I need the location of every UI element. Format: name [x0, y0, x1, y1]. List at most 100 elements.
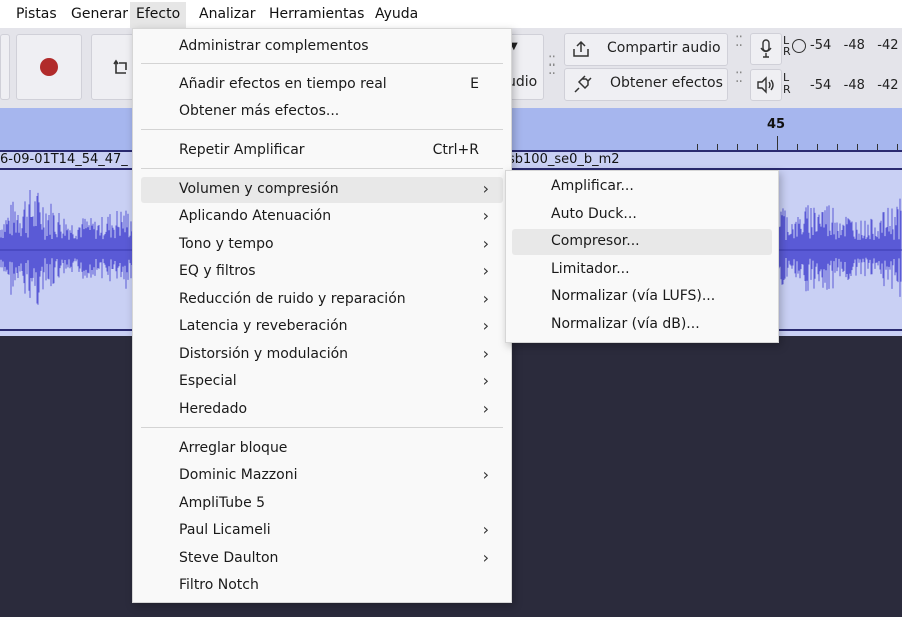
effect-menu-item[interactable]: Especial ›	[141, 369, 503, 395]
effect-menu-item[interactable]: Obtener más efectos...	[141, 99, 503, 125]
toolbar-grip-3[interactable]: ⁚⁚	[735, 71, 745, 85]
effect-menu-item-label: Dominic Mazzoni	[179, 467, 298, 483]
chevron-right-icon: ›	[482, 289, 489, 308]
chevron-right-icon: ›	[482, 344, 489, 363]
effect-menu-item-label: Paul Licameli	[179, 522, 271, 538]
shortcut-label: Ctrl+R	[432, 142, 479, 158]
meter-left-label: L	[783, 71, 790, 84]
chevron-right-icon: ›	[482, 206, 489, 225]
effect-menu-item[interactable]: Heredado ›	[141, 397, 503, 423]
chevron-right-icon: ›	[482, 234, 489, 253]
loop-icon	[113, 59, 127, 74]
effect-menu-item[interactable]: Arreglar bloque	[141, 436, 503, 462]
effect-menu-item[interactable]: EQ y filtros ›	[141, 259, 503, 285]
effect-menu-item-label: Volumen y compresión	[179, 181, 339, 197]
menu-herramientas[interactable]: Herramientas	[266, 5, 367, 23]
submenu-item[interactable]: Amplificar...	[512, 174, 772, 200]
submenu-item[interactable]: Limitador...	[512, 257, 772, 283]
menu-generar[interactable]: Generar	[68, 5, 131, 23]
effect-menu-item-label: Heredado	[179, 401, 248, 417]
submenu-item[interactable]: Auto Duck...	[512, 202, 772, 228]
effect-menu-item-label: EQ y filtros	[179, 263, 256, 279]
toolbar-grip-2[interactable]: ⁚⁚	[735, 35, 745, 49]
submenu-item[interactable]: Normalizar (vía LUFS)...	[512, 284, 772, 310]
submenu-item-label: Limitador...	[551, 261, 630, 277]
chevron-right-icon: ›	[482, 465, 489, 484]
recording-meter-button[interactable]	[750, 33, 782, 65]
record-meter-scale[interactable]: -54 -48 -42	[810, 38, 899, 53]
submenu-item-label: Auto Duck...	[551, 206, 637, 222]
effect-menu-item-label: Steve Daulton	[179, 550, 279, 566]
volume-compression-submenu: Amplificar... Auto Duck... Compresor... Lim…	[505, 170, 779, 343]
submenu-item[interactable]: Normalizar (vía dB)...	[512, 312, 772, 338]
effect-menu-item[interactable]: Aplicando Atenuación ›	[141, 204, 503, 230]
effect-menu-item[interactable]: AmpliTube 5	[141, 491, 503, 517]
menu-ayuda[interactable]: Ayuda	[372, 5, 421, 23]
share-icon	[573, 40, 589, 57]
effect-menu-item[interactable]: Tono y tempo ›	[141, 232, 503, 258]
meter-right-label: R	[783, 45, 791, 58]
effect-menu-item-label: Aplicando Atenuación	[179, 208, 332, 224]
get-effects-label: Obtener efectos	[610, 75, 723, 91]
effect-menu-item[interactable]: Administrar complementos	[141, 34, 503, 60]
meter-tick: -42	[877, 78, 899, 93]
effect-menu-item[interactable]: Paul Licameli ›	[141, 518, 503, 544]
submenu-item[interactable]: Compresor...	[512, 229, 772, 255]
transport-button-partial[interactable]	[0, 34, 10, 100]
ruler-label: 45	[767, 117, 786, 132]
meter-record-indicator-icon[interactable]	[792, 39, 806, 53]
effect-menu-item[interactable]: Distorsión y modulación ›	[141, 342, 503, 368]
clip-title[interactable]: 6-09-01T14_54_47_	[0, 152, 128, 167]
submenu-item-label: Compresor...	[551, 233, 640, 249]
chevron-right-icon: ›	[482, 399, 489, 418]
menu-analizar[interactable]: Analizar	[196, 5, 259, 23]
effect-menu-item[interactable]: Repetir Amplificar Ctrl+R	[141, 138, 503, 164]
share-audio-label: Compartir audio	[607, 40, 721, 56]
menu-separator	[141, 427, 503, 428]
get-effects-button[interactable]: Obtener efectos	[564, 68, 728, 101]
effect-menu-item[interactable]: Steve Daulton ›	[141, 546, 503, 572]
effect-menu-item[interactable]: Latencia y reveberación ›	[141, 314, 503, 340]
menubar: Pistas Generar Efecto Analizar Herramien…	[0, 0, 902, 28]
effect-menu-item-label: Arreglar bloque	[179, 440, 288, 456]
clip-title[interactable]: sb100_se0_b_m2	[508, 152, 620, 167]
effect-menu-item-label: Especial	[179, 373, 237, 389]
plugin-icon	[574, 75, 592, 93]
effect-menu-item-label: Reducción de ruido y reparación	[179, 291, 406, 307]
record-icon	[40, 58, 58, 76]
loop-button[interactable]	[91, 34, 137, 100]
effect-menu-item-label: Tono y tempo	[179, 236, 274, 252]
chevron-right-icon: ›	[482, 520, 489, 539]
submenu-item-label: Normalizar (vía LUFS)...	[551, 288, 716, 304]
meter-tick: -48	[843, 38, 865, 53]
effect-menu-item-label: Filtro Notch	[179, 577, 259, 593]
share-audio-button[interactable]: Compartir audio	[564, 33, 728, 66]
effect-menu-item-label: Distorsión y modulación	[179, 346, 349, 362]
effect-menu-item-label: Latencia y reveberación	[179, 318, 348, 334]
menu-pistas[interactable]: Pistas	[13, 5, 60, 23]
chevron-right-icon: ›	[482, 371, 489, 390]
ruler-tick	[777, 136, 778, 150]
effect-menu-item-label: Repetir Amplificar	[179, 142, 305, 158]
meter-tick: -42	[877, 38, 899, 53]
meter-tick: -54	[810, 78, 832, 93]
meter-right-label: R	[783, 83, 791, 96]
chevron-right-icon: ›	[482, 548, 489, 567]
effect-menu-item-label: Obtener más efectos...	[179, 103, 340, 119]
effect-menu-item[interactable]: Reducción de ruido y reparación ›	[141, 287, 503, 313]
playback-meter-button[interactable]	[750, 69, 782, 101]
effect-menu-item-label: Administrar complementos	[179, 38, 369, 54]
effect-menu-item[interactable]: Añadir efectos en tiempo real E	[141, 72, 503, 98]
menu-separator	[141, 63, 503, 64]
menu-efecto[interactable]: Efecto	[130, 2, 187, 28]
playback-meter-scale[interactable]: -54 -48 -42	[810, 78, 899, 93]
effect-menu-item[interactable]: Dominic Mazzoni ›	[141, 463, 503, 489]
meter-tick: -48	[843, 78, 865, 93]
shortcut-label: E	[470, 76, 479, 92]
effect-menu-item[interactable]: Filtro Notch	[141, 573, 503, 599]
toolbar-grip-1[interactable]: ⁚⁚ ⁚⁚	[548, 55, 558, 77]
meter-tick: -54	[810, 38, 832, 53]
record-button[interactable]	[16, 34, 82, 100]
menu-separator	[141, 168, 503, 169]
effect-menu-item[interactable]: Volumen y compresión ›	[141, 177, 503, 203]
